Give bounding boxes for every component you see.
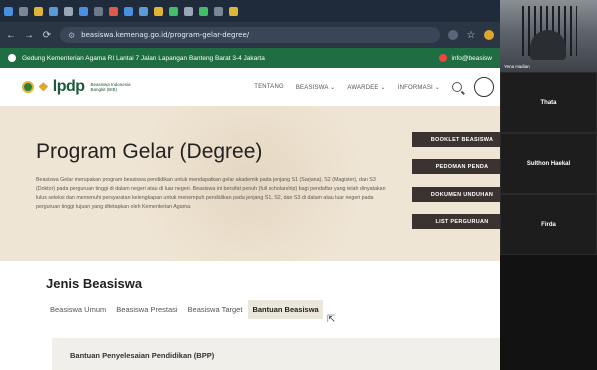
browser-toolbar: ← → ⟳ ⚙ beasiswa.kemenag.go.id/program-g… [0, 22, 500, 48]
nav-awardee[interactable]: AWARDEE ⌄ [347, 84, 385, 91]
tab-favicon-icon[interactable] [79, 6, 88, 16]
browser-tab-strip [0, 0, 500, 22]
tab-favicon-icon[interactable] [49, 6, 58, 16]
chevron-down-icon: ⌄ [434, 84, 440, 91]
address-bar[interactable]: ⚙ beasiswa.kemenag.go.id/program-gelar-d… [60, 27, 440, 43]
hero-section: Program Gelar (Degree) Beasiswa Gelar me… [0, 106, 500, 261]
lpdp-mark-icon: ❖ [38, 80, 49, 94]
participant-tile[interactable]: Firda [500, 194, 597, 255]
program-description: Beasiswa Gelar merupakan program beasisw… [36, 177, 386, 210]
site-header: ❖ lpdp Beasiswa Indonesia Bangkit (BIB) … [0, 68, 500, 106]
kemenag-emblem-icon [22, 81, 34, 93]
address-url: beasiswa.kemenag.go.id/program-gelar-deg… [81, 31, 250, 39]
tab-beasiswa-target[interactable]: Beasiswa Target [184, 300, 247, 319]
site-info-icon[interactable]: ⚙ [68, 31, 75, 40]
section-title: Jenis Beasiswa [46, 276, 143, 291]
nav-beasiswa-label: BEASISWA [295, 84, 329, 91]
tab-favicon-icon[interactable] [34, 6, 43, 16]
forward-icon[interactable]: → [24, 30, 34, 41]
tab-favicon-icon[interactable] [214, 6, 223, 16]
scholarship-tabs: Beasiswa Umum Beasiswa Prestasi Beasiswa… [46, 300, 323, 319]
tab-favicon-icon[interactable] [19, 6, 28, 16]
back-icon[interactable]: ← [6, 30, 16, 41]
logo-subtitle: Beasiswa Indonesia Bangkit (BIB) [91, 82, 131, 92]
tab-favicon-icon[interactable] [154, 6, 163, 16]
tab-bantuan-beasiswa[interactable]: Bantuan Beasiswa [248, 300, 323, 319]
tab-favicon-icon[interactable] [64, 6, 73, 16]
logo-text: lpdp [52, 78, 85, 95]
tab-favicon-icon[interactable] [184, 6, 193, 16]
tab-favicon-icon[interactable] [169, 6, 178, 16]
nav-tentang[interactable]: TENTANG [254, 84, 284, 90]
profile-icon[interactable] [484, 30, 494, 40]
accordion-bpp[interactable]: Bantuan Penyelesaian Pendidikan (BPP) ⌃ [52, 338, 562, 370]
tab-favicon-icon[interactable] [4, 6, 13, 16]
participant-name: Firda [541, 221, 556, 228]
search-icon[interactable] [452, 82, 462, 92]
location-pin-icon [8, 54, 16, 62]
page-title: Program Gelar (Degree) [36, 140, 263, 163]
nav-informasi[interactable]: INFORMASI ⌄ [398, 84, 440, 91]
nav-beasiswa[interactable]: BEASISWA ⌄ [296, 84, 336, 91]
booklet-button[interactable]: BOOKLET BEASISWA [412, 132, 500, 147]
tab-favicon-icon[interactable] [199, 6, 208, 16]
login-button[interactable] [474, 77, 494, 97]
chevron-down-icon: ⌄ [330, 84, 336, 91]
camera-participant-name: Yena Hadian [504, 64, 530, 69]
site-logo[interactable]: ❖ lpdp Beasiswa Indonesia Bangkit (BIB) [22, 78, 131, 96]
person-silhouette [530, 30, 566, 60]
contact-email-text: info@beasisw [451, 54, 492, 62]
participant-name: Sulthon Haekal [526, 160, 571, 167]
tab-favicon-icon[interactable] [139, 6, 148, 16]
participant-tile[interactable]: Sulthon Haekal [500, 133, 597, 194]
pedoman-button[interactable]: PEDOMAN PENDA [412, 159, 500, 174]
tab-beasiswa-prestasi[interactable]: Beasiswa Prestasi [112, 300, 181, 319]
tab-beasiswa-umum[interactable]: Beasiswa Umum [46, 300, 110, 319]
nav-awardee-label: AWARDEE [347, 84, 379, 91]
office-address: Gedung Kementerian Agama RI Lantai 7 Jal… [22, 54, 265, 62]
chevron-down-icon: ⌄ [380, 84, 386, 91]
reload-icon[interactable]: ⟳ [42, 30, 52, 41]
list-perguruan-button[interactable]: LIST PERGURUAN [412, 214, 500, 229]
dokumen-button[interactable]: DOKUMEN UNDUHAN [412, 187, 500, 202]
tab-favicon-icon[interactable] [124, 6, 133, 16]
tab-favicon-icon[interactable] [229, 6, 238, 16]
video-call-panel: Yena Hadian Thata Sulthon Haekal Firda [500, 0, 597, 370]
site-info-bar: Gedung Kementerian Agama RI Lantai 7 Jal… [0, 48, 500, 68]
nav-informasi-label: INFORMASI [397, 84, 433, 91]
extension-icon[interactable] [448, 30, 458, 40]
mouse-cursor-icon: ⇱ [327, 314, 336, 325]
tab-favicon-icon[interactable] [94, 6, 103, 16]
tab-favicon-icon[interactable] [109, 6, 118, 16]
main-nav: TENTANG BEASISWA ⌄ AWARDEE ⌄ INFORMASI ⌄ [254, 77, 494, 97]
accordion-label: Bantuan Penyelesaian Pendidikan (BPP) [70, 350, 215, 360]
contact-email[interactable]: info@beasisw [439, 54, 492, 62]
bookmark-star-icon[interactable]: ☆ [466, 30, 476, 41]
participant-name: Thata [540, 99, 557, 106]
participant-tile[interactable]: Thata [500, 72, 597, 133]
email-icon [439, 54, 448, 62]
camera-feed[interactable]: Yena Hadian [500, 0, 597, 72]
logo-subtitle-line-2: Bangkit (BIB) [90, 87, 118, 92]
